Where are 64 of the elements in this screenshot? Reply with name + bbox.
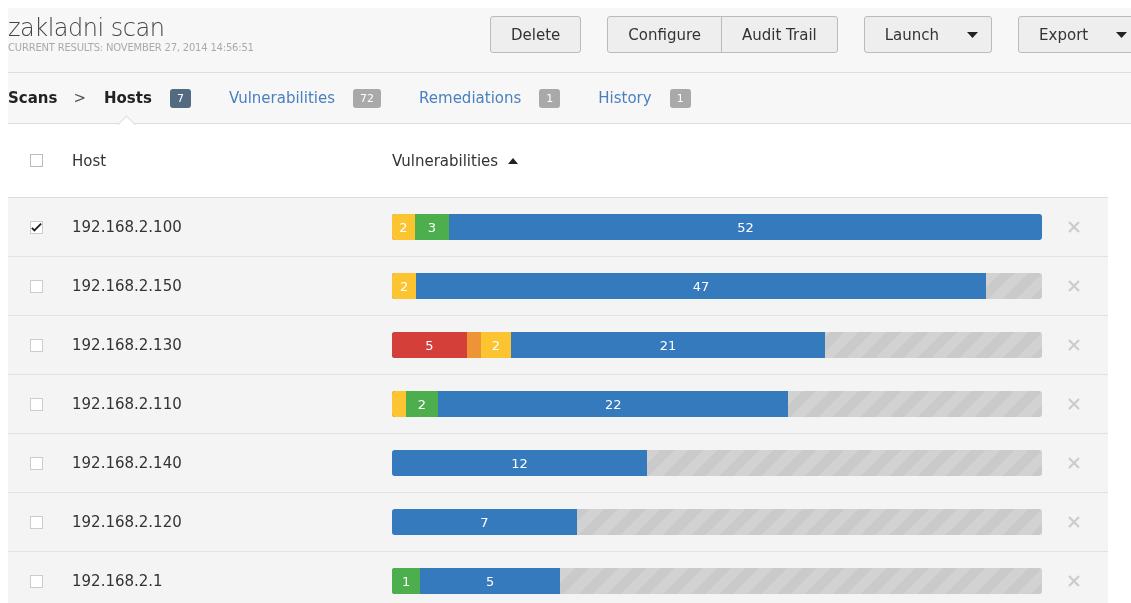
column-header[interactable]: Vulnerabilities xyxy=(392,151,519,170)
count-badge: 7 xyxy=(169,88,191,108)
checkbox[interactable] xyxy=(30,515,43,529)
count-badge: 1 xyxy=(539,88,561,108)
vulnerability-count: 7 xyxy=(480,514,489,530)
action-button[interactable]: Configure xyxy=(607,16,722,53)
vulnerability-count: 21 xyxy=(659,337,677,353)
tab[interactable]: Vulnerabilities 72 xyxy=(228,73,382,123)
host-address[interactable]: 192.168.2.140 xyxy=(72,454,392,472)
breadcrumb-separator: > xyxy=(73,89,86,107)
severity-bar[interactable]: 2 47 xyxy=(392,273,1042,299)
close-icon[interactable] xyxy=(1068,339,1080,351)
host-address[interactable]: 192.168.2.120 xyxy=(72,513,392,531)
vulnerability-count: 52 xyxy=(737,219,754,235)
vulnerability-count: 12 xyxy=(511,455,528,471)
close-icon[interactable] xyxy=(1068,575,1080,587)
caret-icon xyxy=(1116,31,1128,38)
severity-bar[interactable]: 2 3 52 xyxy=(392,214,1042,240)
vulnerability-count: 47 xyxy=(692,278,710,294)
dropdown-button[interactable]: Launch xyxy=(863,16,993,53)
severity-segment: 3 xyxy=(414,214,449,240)
results-timestamp: CURRENT RESULTS: NOVEMBER 27, 2014 14:56:51 xyxy=(8,42,255,53)
breadcrumb-link[interactable]: Scans xyxy=(8,89,58,107)
host-address[interactable]: 192.168.2.150 xyxy=(72,277,392,295)
severity-segment: 2 xyxy=(480,332,511,358)
checkbox[interactable] xyxy=(30,220,43,234)
severity-segment xyxy=(392,391,406,417)
severity-segment: 5 xyxy=(392,332,467,358)
close-icon[interactable] xyxy=(1068,457,1080,469)
close-icon[interactable] xyxy=(1068,398,1080,410)
checkbox[interactable] xyxy=(30,574,43,588)
caret-icon xyxy=(967,31,979,38)
checkbox[interactable] xyxy=(30,338,43,352)
host-address[interactable]: 192.168.2.130 xyxy=(72,336,392,354)
count-badge: 1 xyxy=(669,88,691,108)
action-button[interactable]: Delete xyxy=(490,16,582,53)
tab[interactable]: History 1 xyxy=(598,73,691,123)
severity-segment: 2 xyxy=(392,273,417,299)
checkbox[interactable] xyxy=(30,279,43,293)
severity-bar[interactable]: 5 2 21 xyxy=(392,332,1042,358)
close-icon[interactable] xyxy=(1068,280,1080,292)
severity-segment: 1 xyxy=(392,568,421,594)
severity-segment: 2 xyxy=(406,391,438,417)
checkbox[interactable] xyxy=(30,154,43,167)
dropdown-button[interactable]: Export xyxy=(1018,16,1131,53)
severity-bar[interactable]: 7 xyxy=(392,509,1042,535)
close-icon[interactable] xyxy=(1068,221,1080,233)
host-address[interactable]: 192.168.2.110 xyxy=(72,395,392,413)
host-address[interactable]: 192.168.2.100 xyxy=(72,218,392,236)
count-badge: 72 xyxy=(353,88,382,108)
severity-bar[interactable]: 12 xyxy=(392,450,1042,476)
close-icon[interactable] xyxy=(1068,516,1080,528)
vulnerability-count: 22 xyxy=(604,396,622,412)
severity-segment: 2 xyxy=(392,214,415,240)
action-button[interactable]: Audit Trail xyxy=(721,16,838,53)
checkbox[interactable] xyxy=(30,397,43,411)
host-address[interactable]: 192.168.2.1 xyxy=(72,572,392,590)
checkbox[interactable] xyxy=(30,456,43,470)
tab[interactable]: Remediations 1 xyxy=(419,73,561,123)
scan-title: zakladni scan xyxy=(8,14,166,42)
severity-bar[interactable]: 2 22 xyxy=(392,391,1042,417)
severity-bar[interactable]: 1 5 xyxy=(392,568,1042,594)
vulnerability-count: 5 xyxy=(486,573,495,589)
column-header[interactable]: Host xyxy=(72,151,392,170)
